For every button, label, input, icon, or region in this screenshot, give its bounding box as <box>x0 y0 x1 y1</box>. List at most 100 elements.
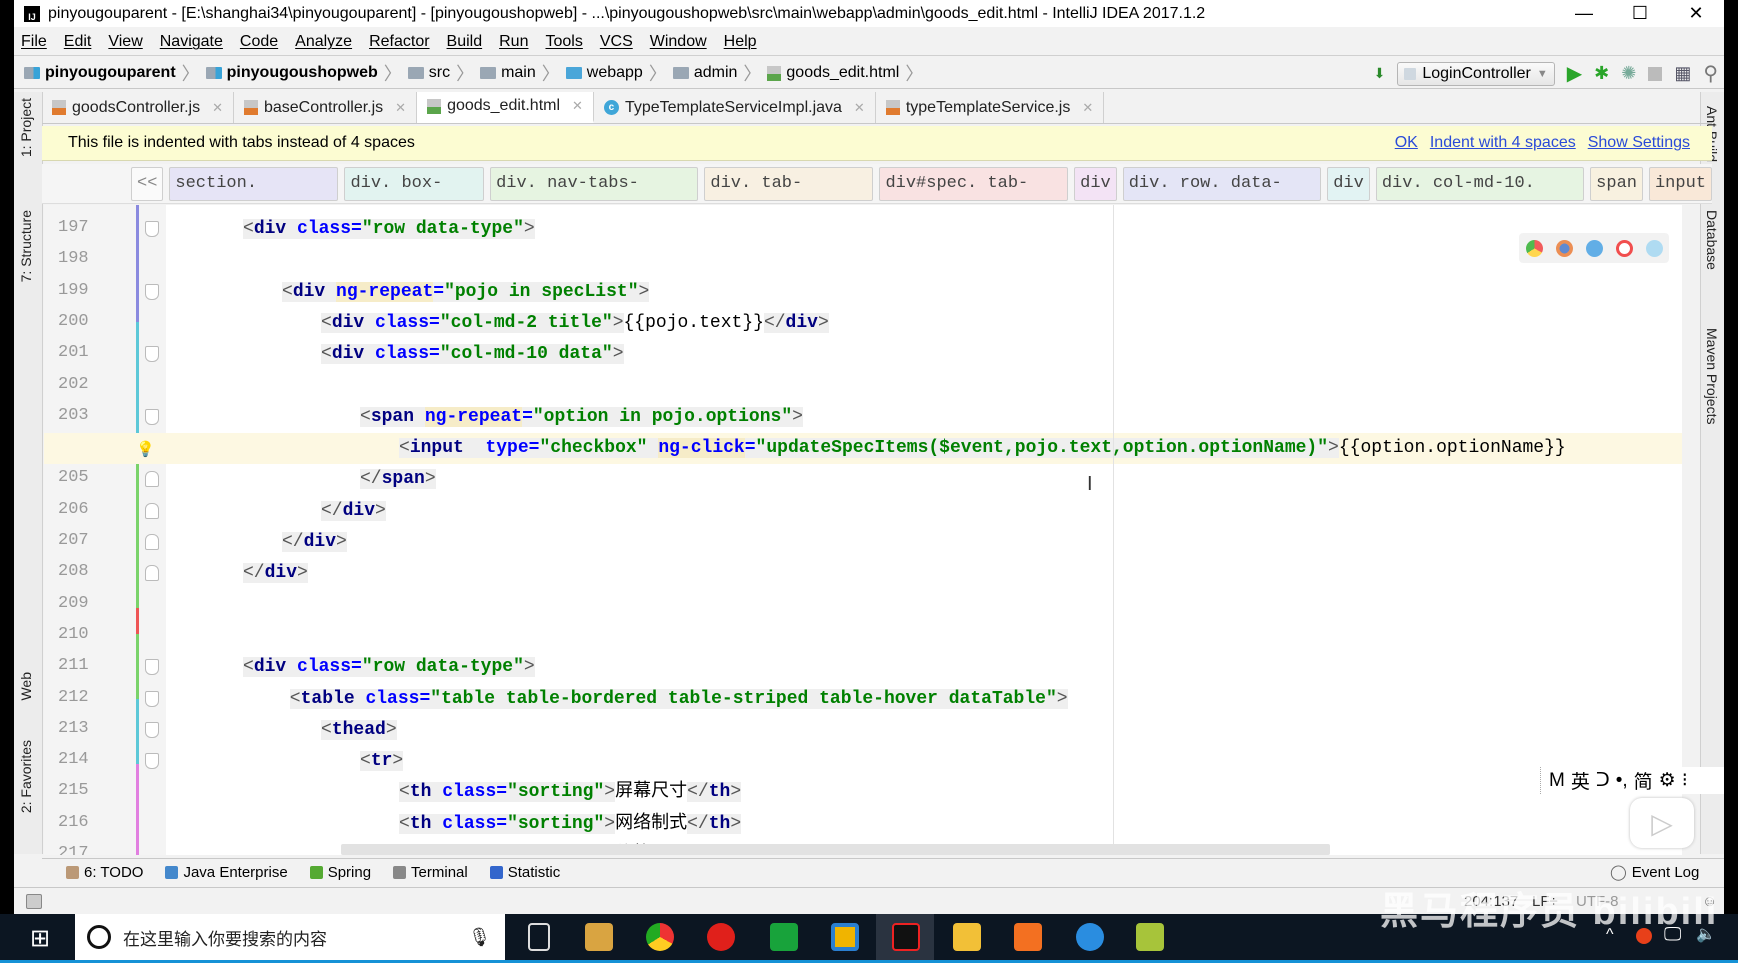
close-tab-icon[interactable]: ✕ <box>212 100 223 116</box>
tab-goodscontroller-js[interactable]: goodsController.js ✕ <box>42 92 234 123</box>
ok-link[interactable]: OK <box>1395 134 1418 152</box>
menu-edit[interactable]: Edit <box>64 33 92 51</box>
tool-project[interactable]: 1: Project <box>18 98 34 157</box>
close-tab-icon[interactable]: ✕ <box>854 100 865 116</box>
tool-database[interactable]: Database <box>1704 210 1720 270</box>
app-icon[interactable] <box>585 923 613 951</box>
ime-item[interactable]: ⁝ <box>1682 769 1688 792</box>
event-log-button[interactable]: ◯ Event Log <box>1610 863 1699 882</box>
code-line[interactable]: <input type=″checkbox″ ng-click=″updateS… <box>44 433 1682 466</box>
chrome-taskbar-icon[interactable] <box>646 923 674 951</box>
nav-crumb-webapp[interactable]: webapp <box>565 64 643 82</box>
breadcrumb-div-row-data-type[interactable]: div. row. data-type <box>1122 166 1322 225</box>
code-line[interactable]: </span> <box>44 464 1682 495</box>
opera-icon[interactable] <box>1615 239 1633 257</box>
breadcrumb-div-box-body[interactable]: div. box-body <box>344 166 485 225</box>
nav-crumb-pinyougouparent[interactable]: pinyougouparent <box>24 64 176 82</box>
tab-typetemplateservice-js[interactable]: typeTemplateService.js ✕ <box>876 92 1105 123</box>
debug-icon[interactable]: ✱ <box>1594 63 1609 84</box>
menu-view[interactable]: View <box>108 33 142 51</box>
file-explorer-icon[interactable] <box>953 923 981 951</box>
tool-window-terminal[interactable]: Terminal <box>393 864 468 881</box>
maximize-button[interactable]: ☐ <box>1612 0 1668 27</box>
ime-item[interactable]: 英 <box>1571 767 1590 794</box>
ime-item[interactable]: ᑐ <box>1596 769 1610 792</box>
run-config-select[interactable]: LoginController ▼ <box>1397 61 1555 86</box>
code-line[interactable]: </div> <box>44 527 1682 558</box>
tab-typetemplateserviceimpl-java[interactable]: c TypeTemplateServiceImpl.java ✕ <box>594 92 876 123</box>
tool-window-6-todo[interactable]: 6: TODO <box>66 864 143 881</box>
tool-windows-toggle-icon[interactable] <box>26 893 42 909</box>
menu-tools[interactable]: Tools <box>545 33 582 51</box>
code-line[interactable] <box>44 621 1682 652</box>
run-icon[interactable]: ▶ <box>1567 61 1582 86</box>
close-tab-icon[interactable]: ✕ <box>572 98 583 114</box>
tool-web[interactable]: Web <box>18 672 34 701</box>
menu-window[interactable]: Window <box>650 33 707 51</box>
tool-window-spring[interactable]: Spring <box>309 864 371 881</box>
nav-crumb-admin[interactable]: admin <box>672 64 737 82</box>
code-line[interactable]: <th class=″sorting″>屏幕尺寸</th> <box>44 777 1682 808</box>
intention-bulb-icon[interactable]: 💡 <box>136 435 155 466</box>
nav-crumb-main[interactable]: main <box>480 64 536 82</box>
menu-refactor[interactable]: Refactor <box>369 33 429 51</box>
menu-help[interactable]: Help <box>724 33 757 51</box>
minimize-button[interactable]: — <box>1556 0 1612 27</box>
code-line[interactable]: <div class=″col-md-10 data″> <box>44 339 1682 370</box>
project-structure-icon[interactable]: ▦ <box>1674 63 1691 84</box>
code-line[interactable]: <div class=″row data-type″> <box>44 652 1682 683</box>
taskbar-search[interactable]: 在这里输入你要搜索的内容 🎙 <box>75 914 505 960</box>
breadcrumb-div-col-md-10-data[interactable]: div. col-md-10. data <box>1375 166 1585 225</box>
menu-code[interactable]: Code <box>240 33 278 51</box>
menu-analyze[interactable]: Analyze <box>295 33 352 51</box>
code-line[interactable] <box>44 245 1682 276</box>
vcs-update-icon[interactable]: ⬇ <box>1374 65 1386 82</box>
pdf-icon[interactable] <box>1014 923 1042 951</box>
breadcrumb-div[interactable]: div <box>1327 166 1370 201</box>
nav-crumb-src[interactable]: src <box>407 64 450 82</box>
code-area[interactable]: <div class=″row data-type″> <div ng-repea… <box>44 205 1682 855</box>
menu-vcs[interactable]: VCS <box>600 33 633 51</box>
breadcrumb-div-tab-content[interactable]: div. tab-content <box>704 166 874 225</box>
tool-structure[interactable]: 7: Structure <box>18 210 34 282</box>
firefox-icon[interactable] <box>1555 239 1573 257</box>
code-line[interactable]: <tr> <box>44 746 1682 777</box>
indent-with-spaces-link[interactable]: Indent with 4 spaces <box>1430 134 1576 152</box>
task-view-icon[interactable] <box>528 923 550 951</box>
menu-file[interactable]: File <box>21 33 47 51</box>
app-dolphin-icon[interactable] <box>1076 923 1104 951</box>
breadcrumb-input[interactable]: input <box>1648 166 1712 201</box>
horizontal-scrollbar[interactable] <box>341 844 1330 855</box>
app-red-icon[interactable] <box>707 923 735 951</box>
chrome-icon[interactable] <box>1525 239 1543 257</box>
breadcrumb-back-button[interactable]: << <box>131 166 164 201</box>
tool-favorites[interactable]: 2: Favorites <box>18 740 34 813</box>
code-line[interactable]: <th class=″sorting″>网络制式</th> <box>44 809 1682 840</box>
close-tab-icon[interactable]: ✕ <box>395 100 406 116</box>
search-icon[interactable]: ⚲ <box>1703 61 1718 86</box>
tab-basecontroller-js[interactable]: baseController.js ✕ <box>234 92 418 123</box>
intellij-taskbar-icon[interactable] <box>892 923 920 951</box>
app-blue-icon[interactable] <box>831 923 859 951</box>
video-play-button[interactable]: ▷ <box>1630 798 1694 848</box>
windows-start-icon[interactable]: ⊞ <box>30 924 50 953</box>
menu-build[interactable]: Build <box>447 33 483 51</box>
breadcrumb-div-nav-tabs-custom[interactable]: div. nav-tabs-custom <box>490 166 699 225</box>
show-settings-link[interactable]: Show Settings <box>1588 134 1690 152</box>
tool-maven-projects[interactable]: Maven Projects <box>1704 328 1720 424</box>
code-line[interactable]: <div ng-repeat=″pojo in specList″> <box>44 277 1682 308</box>
code-line[interactable] <box>44 371 1682 402</box>
tool-window-statistic[interactable]: Statistic <box>489 864 560 881</box>
code-line[interactable]: </div> <box>44 496 1682 527</box>
breadcrumb-span[interactable]: span <box>1590 166 1643 201</box>
tool-window-java-enterprise[interactable]: Java Enterprise <box>165 864 288 881</box>
close-tab-icon[interactable]: ✕ <box>1082 100 1093 116</box>
code-line[interactable]: <div class=″col-md-2 title″>{{pojo.text}… <box>44 308 1682 339</box>
ime-item[interactable]: •, <box>1616 770 1628 792</box>
code-line[interactable]: <span ng-repeat=″option in pojo.options″… <box>44 402 1682 433</box>
breadcrumb-div[interactable]: div <box>1074 166 1117 201</box>
ime-item[interactable]: ⚙ <box>1659 769 1676 792</box>
app-green-icon[interactable] <box>770 923 798 951</box>
close-button[interactable]: ✕ <box>1668 0 1724 27</box>
code-line[interactable] <box>44 590 1682 621</box>
